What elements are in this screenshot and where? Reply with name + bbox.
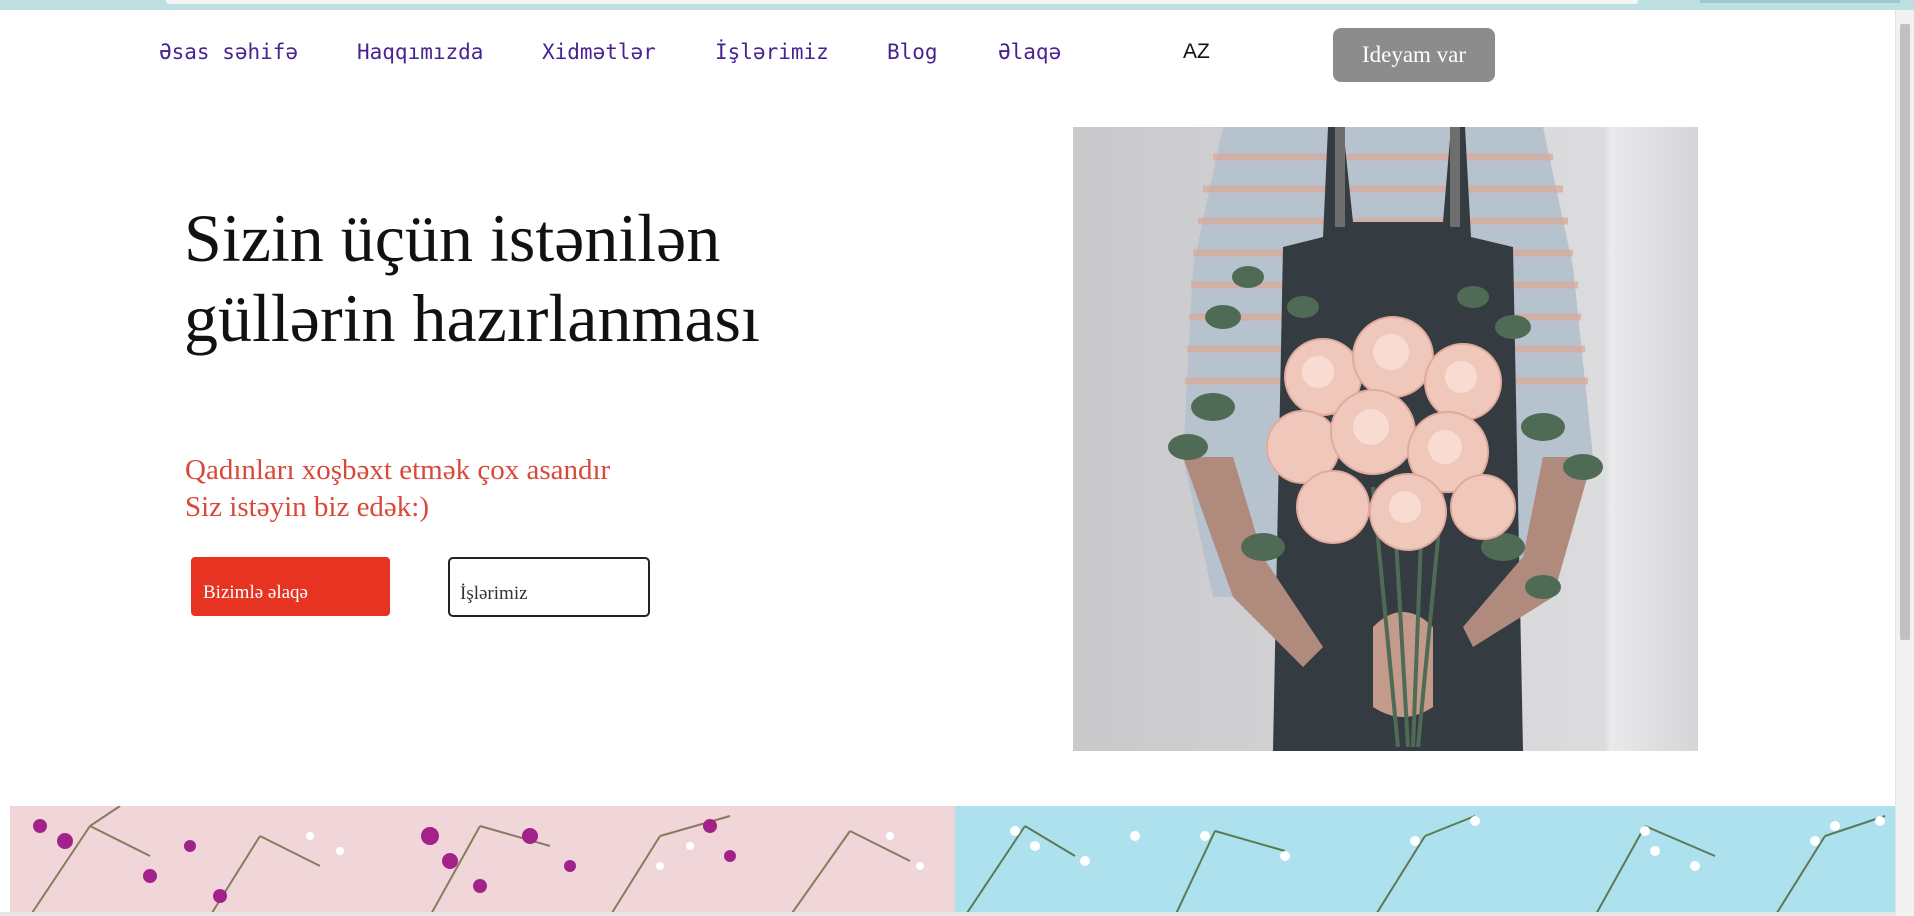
contact-us-button[interactable]: Bizimlə əlaqə	[191, 557, 390, 616]
main-nav: Əsas səhifə Haqqımızda Xidmətlər İşlərim…	[0, 28, 1880, 82]
hero-title: Sizin üçün istənilən güllərin hazırlanma…	[184, 198, 884, 358]
blue-flowers-panel	[955, 806, 1897, 916]
florist-bouquet-photo	[1073, 127, 1698, 751]
nav-link-works[interactable]: İşlərimiz	[715, 40, 829, 64]
tab-edge	[1700, 0, 1900, 3]
florist-illustration	[1073, 127, 1698, 751]
language-switcher[interactable]: AZ	[1183, 40, 1210, 64]
nav-link-home[interactable]: Əsas səhifə	[159, 40, 298, 64]
nav-link-about[interactable]: Haqqımızda	[357, 40, 483, 64]
address-bar-edge	[166, 0, 1638, 4]
white-flowers-illustration	[964, 815, 1886, 916]
hero-subtitle-line: Siz istəyin biz edək:)	[185, 491, 430, 523]
our-works-button[interactable]: İşlərimiz	[448, 557, 650, 617]
hero-subtitle-line: Qadınları xoşbəxt etmək çox asandır	[185, 454, 611, 486]
scrollbar-thumb[interactable]	[1900, 24, 1910, 640]
hero-title-line: güllərin hazırlanması	[184, 280, 760, 356]
nav-link-services[interactable]: Xidmətlər	[542, 40, 656, 64]
browser-top-strip	[0, 0, 1914, 10]
hero-title-line: Sizin üçün istənilən	[184, 200, 721, 276]
pink-flowers-illustration	[29, 806, 924, 916]
idea-button[interactable]: Ideyam var	[1333, 28, 1495, 82]
page-bottom-edge	[0, 912, 1914, 916]
flowers-banner	[10, 806, 1897, 916]
nav-link-contact[interactable]: Əlaqə	[998, 40, 1061, 64]
hero-subtitle: Qadınları xoşbəxt etmək çox asandır Siz …	[185, 452, 705, 526]
nav-link-blog[interactable]: Blog	[887, 40, 938, 64]
pink-flowers-panel	[10, 806, 955, 916]
vertical-scrollbar[interactable]	[1895, 10, 1914, 916]
